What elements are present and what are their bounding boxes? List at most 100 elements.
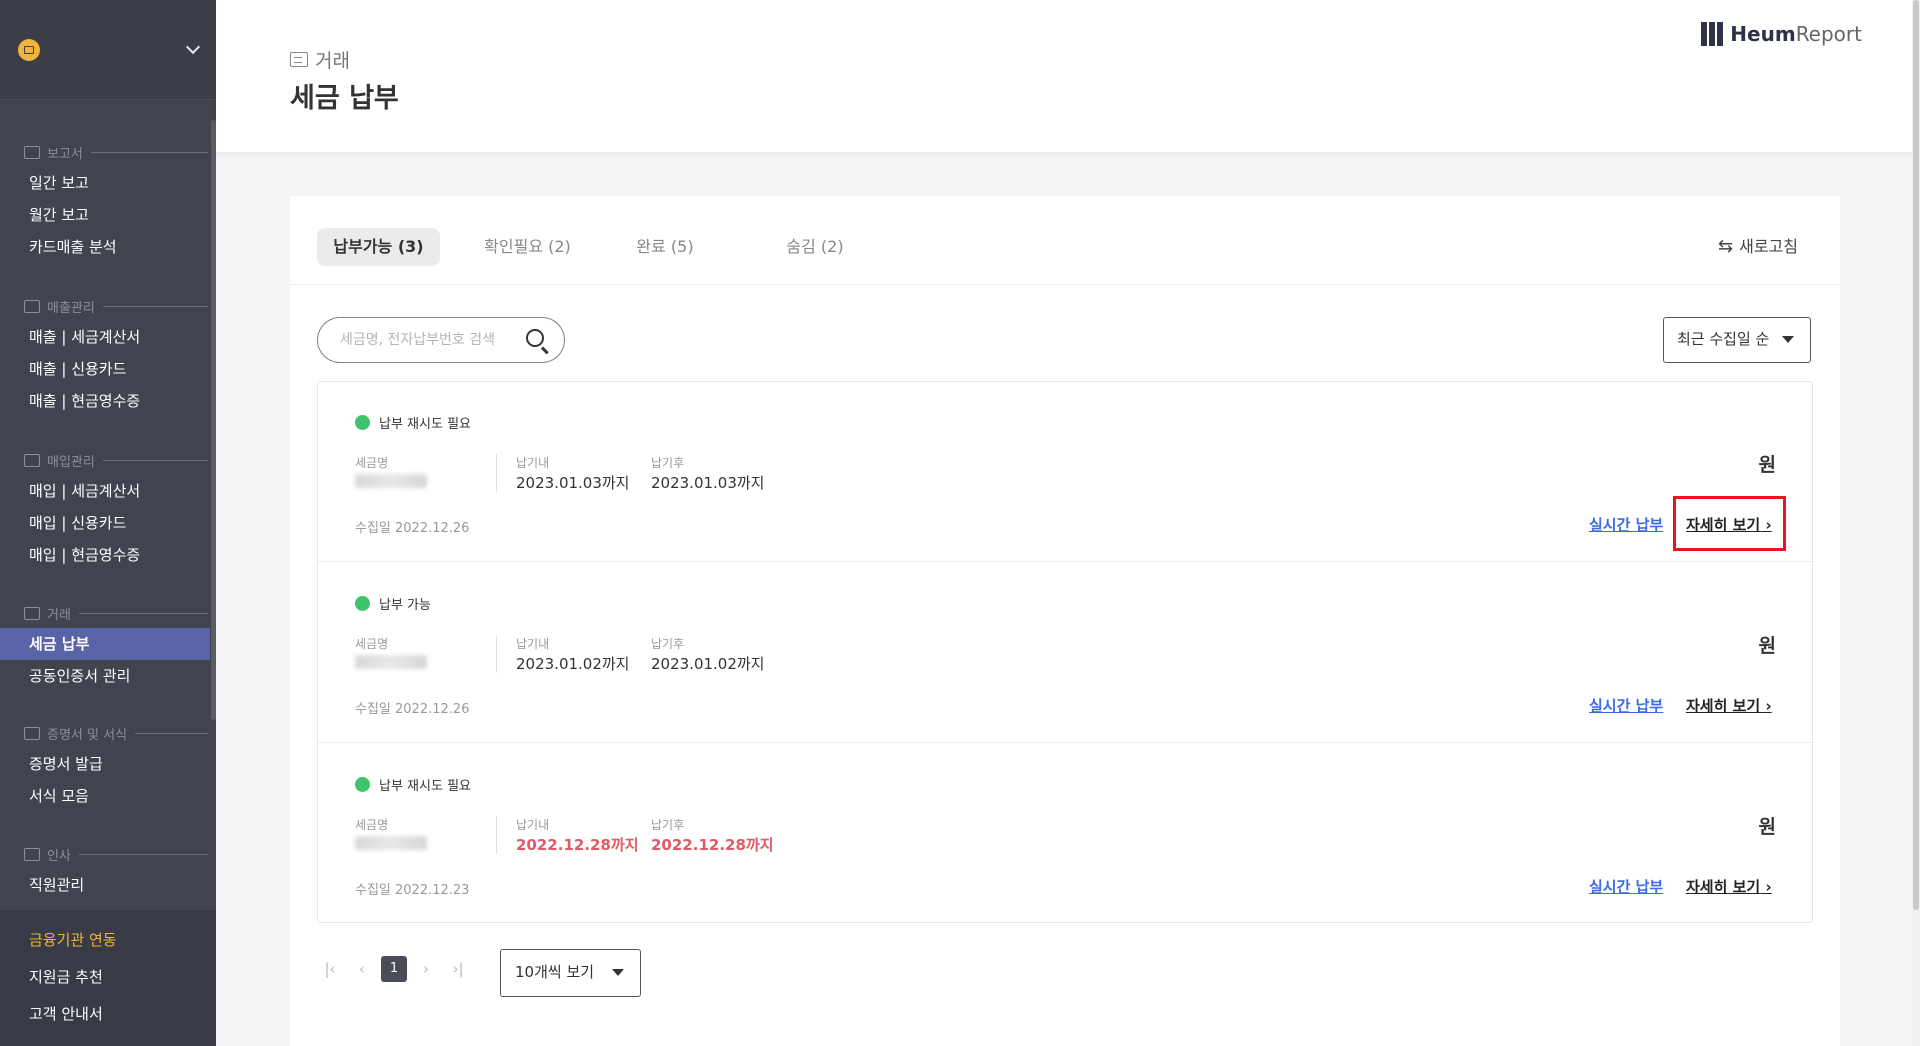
search-input[interactable] (340, 318, 525, 361)
sidebar-item-customer-guide[interactable]: 고객 안내서 (0, 996, 216, 1033)
search-box (317, 317, 565, 363)
list-item: 납부 재시도 필요 세금명 납기내 2022.12.28까지 납기후 2022.… (318, 744, 1812, 924)
tax-name-label: 세금명 (355, 818, 389, 832)
tab-payable[interactable]: 납부가능 (3) (317, 228, 440, 266)
transaction-icon (24, 606, 40, 620)
sidebar-section-transaction: 거래 (0, 602, 216, 624)
collected-date: 수집일 2022.12.23 (355, 883, 470, 898)
chevron-right-icon: › (1765, 878, 1772, 896)
sidebar-item-purchase-credit-card[interactable]: 매입 | 신용카드 (0, 507, 216, 539)
tab-completed[interactable]: 완료 (5) (615, 228, 715, 266)
status-dot-icon (355, 596, 370, 611)
status-dot-icon (355, 415, 370, 430)
due-after-value: 2022.12.28까지 (651, 836, 774, 854)
due-after-label: 납기후 (651, 456, 685, 470)
collected-date: 수집일 2022.12.26 (355, 521, 470, 536)
sidebar-bottom-menu: 금융기관 연동 지원금 추천 고객 안내서 (0, 910, 216, 1046)
tab-needs-check[interactable]: 확인필요 (2) (465, 228, 590, 266)
status-badge: 납부 가능 (355, 594, 431, 613)
sidebar: 보고서 일간 보고 월간 보고 카드매출 분석 매출관리 매출 | 세금계산서 … (0, 0, 216, 1046)
realtime-pay-link[interactable]: 실시간 납부 (1589, 695, 1663, 716)
divider (496, 816, 497, 854)
refresh-icon: ⇆ (1718, 236, 1734, 257)
sidebar-item-card-sales-analysis[interactable]: 카드매출 분석 (0, 231, 216, 263)
tax-name-value-redacted (355, 655, 427, 669)
tax-name-label: 세금명 (355, 456, 389, 470)
brand-logo: Heum Report (1701, 22, 1862, 46)
caret-down-icon (1782, 336, 1794, 343)
chevron-down-icon[interactable] (185, 39, 201, 54)
page-title: 세금 납부 (290, 83, 399, 114)
collected-date: 수집일 2022.12.26 (355, 702, 470, 717)
realtime-pay-link[interactable]: 실시간 납부 (1589, 876, 1663, 897)
sidebar-item-employee-management[interactable]: 직원관리 (0, 869, 216, 901)
amount-currency: 원 (1758, 635, 1776, 657)
divider (496, 635, 497, 673)
list-item: 납부 재시도 필요 세금명 납기내 2023.01.03까지 납기후 2023.… (318, 382, 1812, 562)
sidebar-item-subsidy-recommend[interactable]: 지원금 추천 (0, 959, 216, 996)
tab-hidden[interactable]: 숨김 (2) (760, 228, 870, 266)
sidebar-item-certificate-management[interactable]: 공동인증서 관리 (0, 660, 216, 692)
sidebar-section-documents: 증명서 및 서식 (0, 722, 216, 744)
sidebar-item-financial-link[interactable]: 금융기관 연동 (0, 922, 216, 959)
transaction-icon (290, 52, 308, 67)
document-icon (24, 726, 40, 740)
bar-chart-icon (24, 299, 40, 313)
sidebar-item-monthly-report[interactable]: 월간 보고 (0, 199, 216, 231)
sidebar-item-tax-payment[interactable]: 세금 납부 (0, 628, 210, 660)
per-page-dropdown[interactable]: 10개씩 보기 (500, 949, 641, 997)
tax-name-value-redacted (355, 836, 427, 850)
page-scrollbar[interactable] (1912, 0, 1920, 1046)
sidebar-item-sales-cash-receipt[interactable]: 매출 | 현금영수증 (0, 385, 216, 417)
highlight-box (1673, 496, 1786, 551)
workspace-switcher[interactable] (0, 0, 216, 100)
sort-dropdown[interactable]: 최근 수집일 순 (1663, 317, 1811, 363)
status-badge: 납부 재시도 필요 (355, 413, 471, 432)
breadcrumb: 거래 (290, 46, 350, 73)
due-after-value: 2023.01.02까지 (651, 655, 765, 673)
chevron-right-icon: › (1765, 697, 1772, 715)
sidebar-item-sales-credit-card[interactable]: 매출 | 신용카드 (0, 353, 216, 385)
sidebar-item-issue-certificate[interactable]: 증명서 발급 (0, 748, 216, 780)
pagination: |‹ ‹ 1 › ›| (317, 956, 477, 982)
page-header: 거래 세금 납부 Heum Report (216, 0, 1912, 152)
caret-down-icon (612, 969, 624, 976)
due-within-value: 2023.01.02까지 (516, 655, 630, 673)
company-logo-icon (18, 38, 40, 61)
first-page-icon[interactable]: |‹ (317, 956, 343, 982)
due-within-value: 2022.12.28까지 (516, 836, 639, 854)
list-item: 납부 가능 세금명 납기내 2023.01.02까지 납기후 2023.01.0… (318, 563, 1812, 743)
sidebar-item-form-collection[interactable]: 서식 모음 (0, 780, 216, 812)
refresh-button[interactable]: ⇆ 새로고침 (1718, 228, 1798, 266)
next-page-icon[interactable]: › (413, 956, 439, 982)
last-page-icon[interactable]: ›| (445, 956, 471, 982)
status-dot-icon (355, 777, 370, 792)
sidebar-item-daily-report[interactable]: 일간 보고 (0, 167, 216, 199)
heumreport-logo-icon (1701, 22, 1724, 46)
prev-page-icon[interactable]: ‹ (349, 956, 375, 982)
tax-name-label: 세금명 (355, 637, 389, 651)
tax-payment-panel: 납부가능 (3) 확인필요 (2) 완료 (5) 숨김 (2) ⇆ 새로고침 최… (290, 196, 1840, 1046)
due-after-value: 2023.01.03까지 (651, 474, 765, 492)
amount-currency: 원 (1758, 816, 1776, 838)
card-icon (24, 453, 40, 467)
tax-list: 납부 재시도 필요 세금명 납기내 2023.01.03까지 납기후 2023.… (317, 381, 1813, 923)
amount-currency: 원 (1758, 454, 1776, 476)
sidebar-section-report: 보고서 (0, 141, 216, 163)
realtime-pay-link[interactable]: 실시간 납부 (1589, 514, 1663, 535)
sidebar-item-purchase-tax-invoice[interactable]: 매입 | 세금계산서 (0, 475, 216, 507)
sidebar-item-purchase-cash-receipt[interactable]: 매입 | 현금영수증 (0, 539, 216, 571)
detail-link[interactable]: 자세히 보기 › (1686, 876, 1772, 897)
tax-name-value-redacted (355, 474, 427, 488)
sidebar-section-purchase: 매입관리 (0, 449, 216, 471)
due-within-value: 2023.01.03까지 (516, 474, 630, 492)
breadcrumb-label: 거래 (315, 50, 350, 72)
due-after-label: 납기후 (651, 818, 685, 832)
search-icon[interactable] (526, 329, 544, 347)
sidebar-item-sales-tax-invoice[interactable]: 매출 | 세금계산서 (0, 321, 216, 353)
detail-link[interactable]: 자세히 보기 › (1686, 695, 1772, 716)
due-within-label: 납기내 (516, 818, 550, 832)
report-icon (24, 145, 40, 159)
due-within-label: 납기내 (516, 637, 550, 651)
page-number[interactable]: 1 (381, 956, 407, 982)
